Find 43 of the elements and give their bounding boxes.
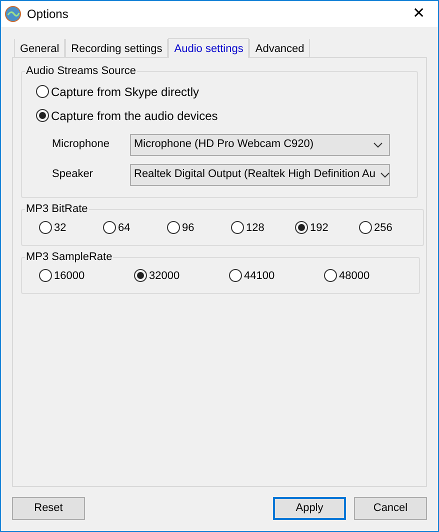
dropdown[interactable]: Realtek Digital Output (Realtek High Definition Au [130,164,390,186]
option-label[interactable]: 44100 [244,268,275,284]
dialog-button[interactable]: Reset [12,497,85,520]
option-label[interactable]: 192 [310,220,328,236]
close-button[interactable]: ✕ [404,2,434,26]
radio-button[interactable] [134,269,147,282]
caret-icon [380,172,390,178]
radio-button[interactable] [359,221,372,234]
option-label[interactable]: 16000 [54,268,85,284]
option-label[interactable]: 32 [54,220,66,236]
dropdown[interactable]: Microphone (HD Pro Webcam C920) [130,134,390,156]
field-label: Microphone [52,137,110,152]
dialog-button[interactable]: Cancel [354,497,427,520]
field-label: Speaker [52,167,94,182]
option-label[interactable]: 48000 [339,268,370,284]
group-title: Audio Streams Source [25,64,138,79]
dialog-button[interactable]: Apply [273,497,346,520]
option-label[interactable]: Capture from Skype directly [51,82,200,100]
tab[interactable]: Recording settings [65,39,168,57]
option-label[interactable]: 96 [182,220,194,236]
option-label[interactable]: 256 [374,220,392,236]
option-label[interactable]: 64 [118,220,130,236]
radio-button[interactable] [39,221,52,234]
window-title: Options [27,6,68,23]
caret-icon [373,142,383,148]
group-title: MP3 BitRate [25,202,89,217]
radio-button[interactable] [167,221,180,234]
option-label[interactable]: 128 [246,220,264,236]
radio-button[interactable] [103,221,116,234]
radio-button[interactable] [36,85,49,98]
option-label[interactable]: 32000 [149,268,180,284]
tab[interactable]: General [14,39,66,57]
radio-button[interactable] [39,269,52,282]
app-icon [5,6,21,22]
radio-button[interactable] [231,221,244,234]
radio-button[interactable] [295,221,308,234]
option-label[interactable]: Capture from the audio devices [51,106,218,124]
tab[interactable]: Audio settings [168,38,250,58]
radio-button[interactable] [324,269,337,282]
radio-button[interactable] [36,109,49,122]
tab[interactable]: Advanced [249,39,310,57]
group-title: MP3 SampleRate [25,250,114,265]
radio-button[interactable] [229,269,242,282]
